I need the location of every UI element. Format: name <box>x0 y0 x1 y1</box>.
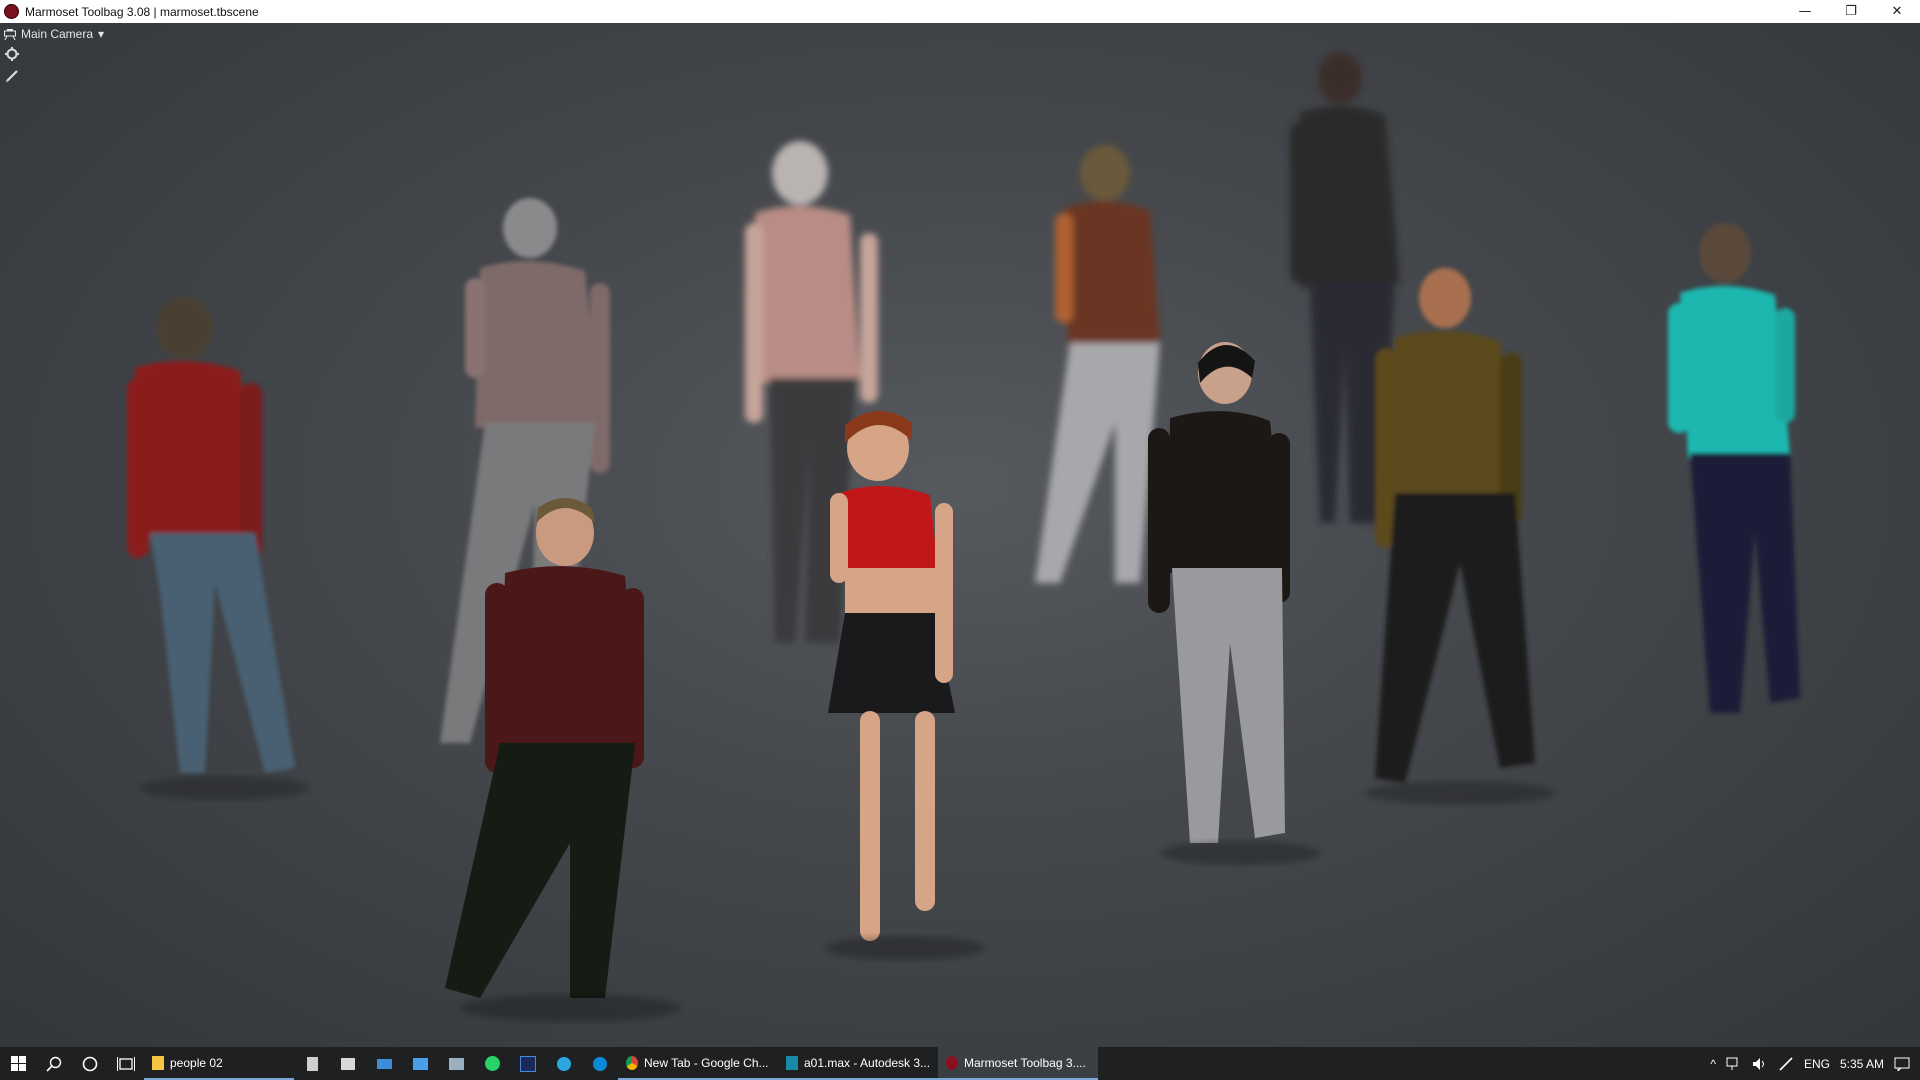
chevron-down-icon: ▾ <box>98 27 105 41</box>
taskbar-item-label: a01.max - Autodesk 3... <box>804 1055 931 1070</box>
taskbar-item-3dsmax[interactable]: a01.max - Autodesk 3... <box>778 1047 938 1080</box>
search-button[interactable] <box>36 1047 72 1080</box>
show-hidden-icons-button[interactable]: ^ <box>1710 1057 1716 1071</box>
clock[interactable]: 5:35 AM <box>1840 1057 1884 1071</box>
camera-selector[interactable]: Main Camera ▾ <box>4 27 104 41</box>
marmoset-icon <box>946 1055 958 1070</box>
network-app-icon[interactable] <box>438 1047 474 1080</box>
taskbar-item-label: Marmoset Toolbag 3.... <box>964 1055 1086 1070</box>
3d-viewport[interactable]: Main Camera ▾ <box>0 23 1920 1047</box>
windows-taskbar: people 02 New Tab - Google Ch... a01.max… <box>0 1047 1920 1080</box>
search-icon <box>46 1056 62 1072</box>
cortana-circle-icon <box>82 1056 98 1071</box>
calculator-app-icon[interactable] <box>294 1047 330 1080</box>
figure-back-orange-shirt <box>1035 145 1160 583</box>
brush-icon[interactable] <box>4 68 20 84</box>
scene-render <box>127 52 1800 1022</box>
remote-desktop-app-icon[interactable] <box>402 1047 438 1080</box>
taskbar-item-marmoset[interactable]: Marmoset Toolbag 3.... <box>938 1047 1098 1080</box>
windows-logo-icon <box>10 1056 26 1071</box>
taskbar-item-chrome[interactable]: New Tab - Google Ch... <box>618 1047 778 1080</box>
whatsapp-app-icon[interactable] <box>474 1047 510 1080</box>
taskbar-item-label: New Tab - Google Ch... <box>644 1055 769 1070</box>
folder-icon <box>152 1055 164 1070</box>
window-titlebar: Marmoset Toolbag 3.08 | marmoset.tbscene… <box>0 0 1920 23</box>
network-icon[interactable] <box>1726 1057 1742 1071</box>
start-button[interactable] <box>0 1047 36 1080</box>
skype-app-icon[interactable] <box>582 1047 618 1080</box>
system-tray: ^ ENG 5:35 AM <box>1710 1047 1920 1080</box>
task-view-button[interactable] <box>108 1047 144 1080</box>
camera-label: Main Camera <box>21 27 94 41</box>
chrome-icon <box>626 1055 638 1070</box>
window-controls: — ❐ ✕ <box>1782 0 1920 23</box>
cortana-button[interactable] <box>72 1047 108 1080</box>
mail-app-icon[interactable] <box>366 1047 402 1080</box>
camera-icon <box>4 28 16 40</box>
language-indicator[interactable]: ENG <box>1804 1057 1830 1071</box>
figure-red-sweater-left <box>127 297 295 773</box>
taskbar-item-people-folder[interactable]: people 02 <box>144 1047 294 1080</box>
figure-brown-sweater <box>1375 268 1535 783</box>
figure-black-shirt-woman <box>1148 342 1290 843</box>
close-button[interactable]: ✕ <box>1874 0 1920 23</box>
photoshop-app-icon[interactable] <box>510 1047 546 1080</box>
notifications-icon[interactable] <box>1894 1057 1910 1071</box>
taskbar-item-label: people 02 <box>170 1055 223 1070</box>
task-view-icon <box>117 1056 135 1071</box>
volume-icon[interactable] <box>1752 1057 1768 1071</box>
window-title: Marmoset Toolbag 3.08 | marmoset.tbscene <box>25 4 259 19</box>
store-app-icon[interactable] <box>330 1047 366 1080</box>
minimize-button[interactable]: — <box>1782 0 1828 23</box>
restore-button[interactable]: ❐ <box>1828 0 1874 23</box>
figure-teal-sweater <box>1668 223 1800 713</box>
3dsmax-icon <box>786 1055 798 1070</box>
marmoset-app-icon <box>4 4 19 19</box>
gear-icon[interactable] <box>4 46 20 62</box>
telegram-app-icon[interactable] <box>546 1047 582 1080</box>
pen-icon[interactable] <box>1778 1056 1794 1071</box>
